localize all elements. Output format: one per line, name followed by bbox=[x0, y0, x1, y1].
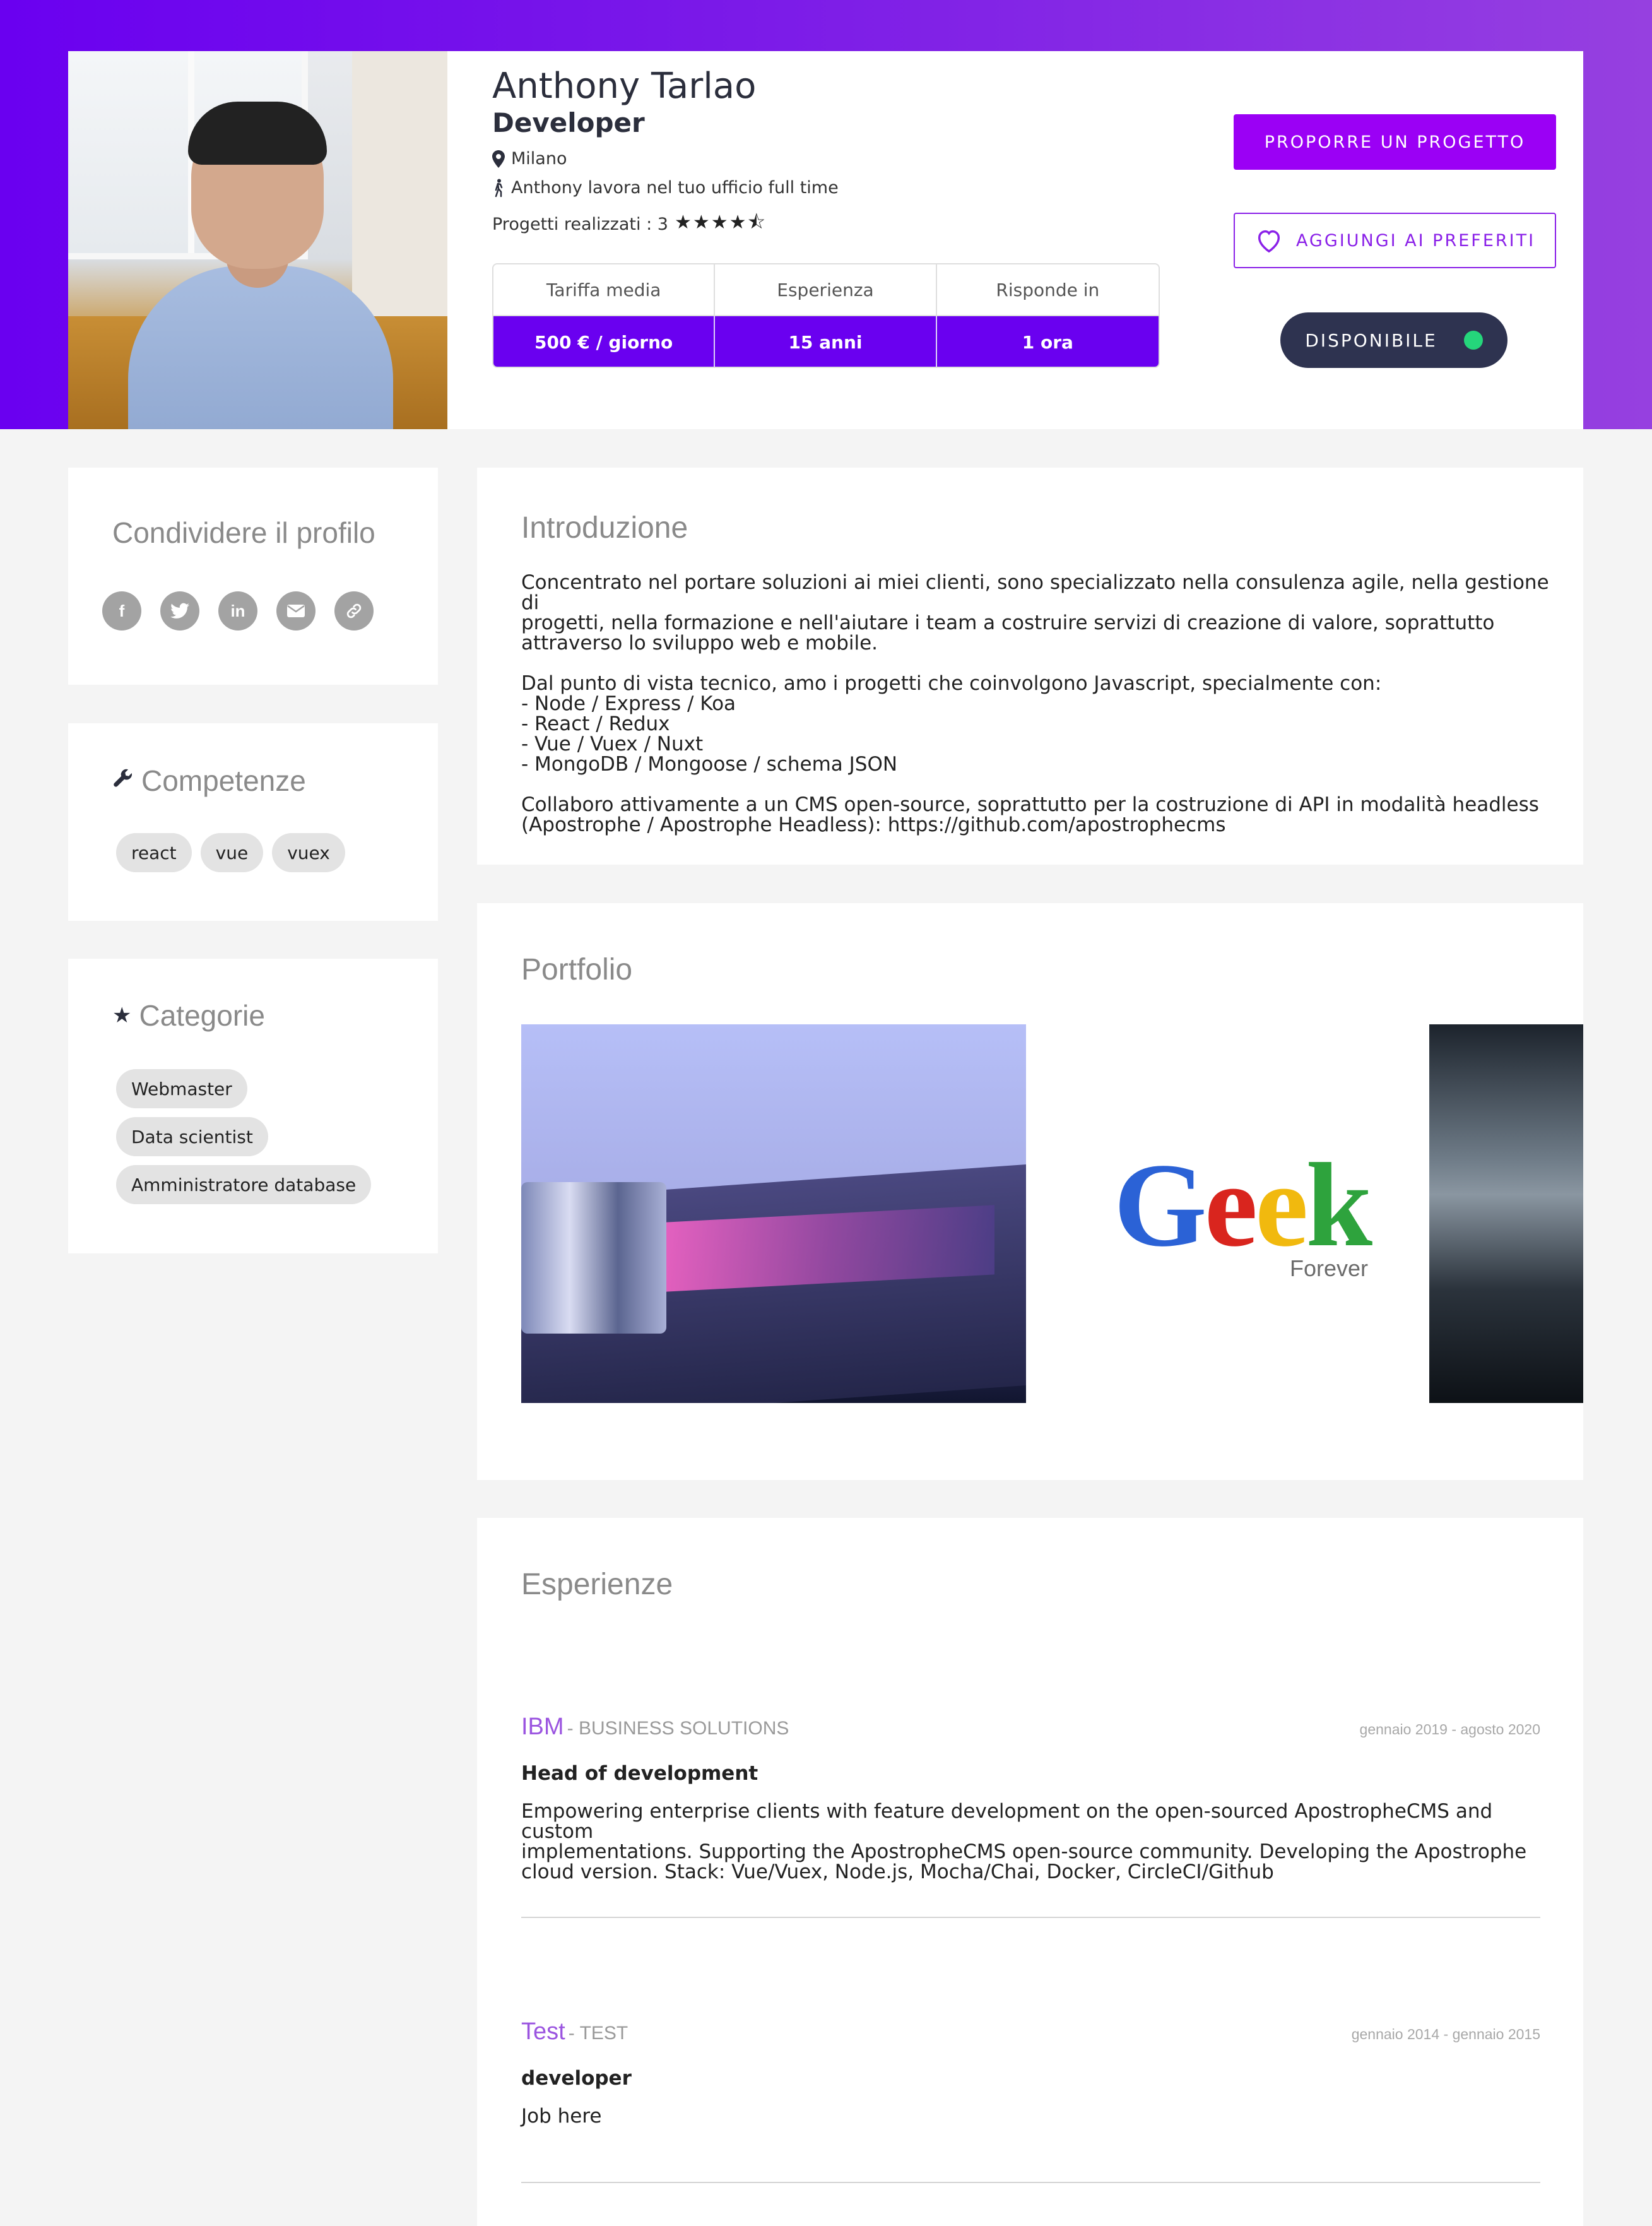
experience-item: Test - TEST gennaio 2014 - gennaio 2015 … bbox=[521, 2018, 1540, 2126]
office-label: Anthony lavora nel tuo ufficio full time bbox=[511, 178, 839, 198]
experience-position: Head of development bbox=[521, 1762, 758, 1785]
intro-text: Concentrato nel portare soluzioni ai mie… bbox=[521, 572, 1556, 855]
location: Milano bbox=[492, 149, 567, 169]
add-favorite-label: AGGIUNGI AI PREFERITI bbox=[1295, 230, 1536, 251]
add-favorite-button[interactable]: AGGIUNGI AI PREFERITI bbox=[1234, 213, 1556, 268]
rating-stars: ★★★★⯪ bbox=[674, 211, 767, 234]
star-icon: ★ bbox=[112, 1003, 132, 1027]
skills-list: react vue vuex bbox=[116, 833, 345, 872]
availability-label: DISPONIBILE bbox=[1305, 329, 1437, 351]
skills-card: Competenze react vue vuex bbox=[68, 723, 438, 921]
link-icon[interactable] bbox=[334, 591, 374, 631]
available-dot-icon bbox=[1463, 331, 1483, 350]
divider bbox=[521, 1917, 1540, 1918]
projects-label: Progetti realizzati : 3 bbox=[492, 215, 668, 234]
wrench-icon bbox=[112, 767, 134, 795]
share-icons: f in bbox=[102, 591, 374, 631]
profile-photo bbox=[68, 51, 447, 429]
skills-title: Competenze bbox=[112, 764, 306, 798]
projects-rating: Progetti realizzati : 3 ★★★★⯪ bbox=[492, 208, 767, 240]
intro-card: Introduzione Concentrato nel portare sol… bbox=[477, 468, 1583, 865]
stat-response-value: 1 ora bbox=[936, 316, 1159, 367]
portfolio-image-landscape[interactable] bbox=[1429, 1024, 1583, 1403]
experience-sector: - BUSINESS SOLUTIONS bbox=[567, 1718, 789, 1739]
experience-sector: - TEST bbox=[568, 2023, 628, 2044]
categories-title: ★ Categorie bbox=[112, 999, 265, 1032]
stat-rate-value: 500 € / giorno bbox=[493, 316, 716, 367]
intro-title: Introduzione bbox=[521, 511, 688, 545]
portfolio-card: Portfolio Geek Forever bbox=[477, 903, 1583, 1480]
portfolio-image-geek-logo[interactable]: Geek Forever bbox=[1065, 1024, 1419, 1403]
intro-paragraph: Concentrato nel portare soluzioni ai mie… bbox=[521, 571, 1549, 654]
stats-table: Tariffa media Esperienza Risponde in 500… bbox=[492, 263, 1160, 368]
category-chip[interactable]: Amministratore database bbox=[116, 1165, 372, 1204]
skill-chip[interactable]: react bbox=[116, 833, 192, 872]
stat-experience-value: 15 anni bbox=[715, 316, 937, 367]
geek-logo-subtitle: Forever bbox=[1289, 1255, 1368, 1281]
email-icon[interactable] bbox=[276, 591, 316, 631]
office-availability: Anthony lavora nel tuo ufficio full time bbox=[492, 178, 839, 198]
map-pin-icon bbox=[492, 150, 505, 168]
availability-badge: DISPONIBILE bbox=[1280, 312, 1507, 368]
portfolio-image-turntable[interactable] bbox=[521, 1024, 1026, 1403]
stat-rate-label: Tariffa media bbox=[493, 264, 716, 316]
geek-logo: Geek bbox=[1113, 1139, 1372, 1272]
categories-list: Webmaster Data scientist Amministratore … bbox=[116, 1069, 372, 1204]
experience-position: developer bbox=[521, 2067, 632, 2090]
share-card: Condividere il profilo f in bbox=[68, 468, 438, 685]
intro-paragraph: Dal punto di vista tecnico, amo i proget… bbox=[521, 672, 1382, 776]
category-chip[interactable]: Webmaster bbox=[116, 1069, 247, 1108]
walking-person-icon bbox=[495, 179, 503, 197]
propose-project-button[interactable]: PROPORRE UN PROGETTO bbox=[1234, 114, 1556, 170]
linkedin-icon[interactable]: in bbox=[218, 591, 257, 631]
stat-response-label: Risponde in bbox=[936, 264, 1159, 316]
skill-chip[interactable]: vuex bbox=[272, 833, 345, 872]
experience-description: Job here bbox=[521, 2105, 602, 2128]
stat-experience-label: Esperienza bbox=[715, 264, 937, 316]
heart-icon bbox=[1258, 230, 1280, 253]
twitter-icon[interactable] bbox=[160, 591, 199, 631]
experiences-card: Esperienze IBM - BUSINESS SOLUTIONS genn… bbox=[477, 1518, 1583, 2226]
experience-item: IBM - BUSINESS SOLUTIONS gennaio 2019 - … bbox=[521, 1714, 1540, 1882]
share-title: Condividere il profilo bbox=[112, 516, 375, 549]
experience-company: Test bbox=[521, 2018, 565, 2045]
skill-chip[interactable]: vue bbox=[200, 833, 264, 872]
experience-dates: gennaio 2019 - agosto 2020 bbox=[1359, 1721, 1540, 1738]
category-chip[interactable]: Data scientist bbox=[116, 1117, 268, 1156]
categories-card: ★ Categorie Webmaster Data scientist Amm… bbox=[68, 959, 438, 1253]
profile-name: Anthony Tarlao bbox=[492, 66, 757, 107]
experience-dates: gennaio 2014 - gennaio 2015 bbox=[1351, 2026, 1540, 2042]
experience-description: Empowering enterprise clients with featu… bbox=[521, 1800, 1527, 1883]
experience-company: IBM bbox=[521, 1714, 564, 1740]
divider bbox=[521, 2182, 1540, 2183]
intro-paragraph: Collaboro attivamente a un CMS open-sour… bbox=[521, 793, 1539, 836]
portfolio-title: Portfolio bbox=[521, 953, 633, 986]
experiences-title: Esperienze bbox=[521, 1568, 673, 1601]
location-label: Milano bbox=[511, 149, 567, 169]
profile-role: Developer bbox=[492, 107, 645, 138]
facebook-icon[interactable]: f bbox=[102, 591, 141, 631]
